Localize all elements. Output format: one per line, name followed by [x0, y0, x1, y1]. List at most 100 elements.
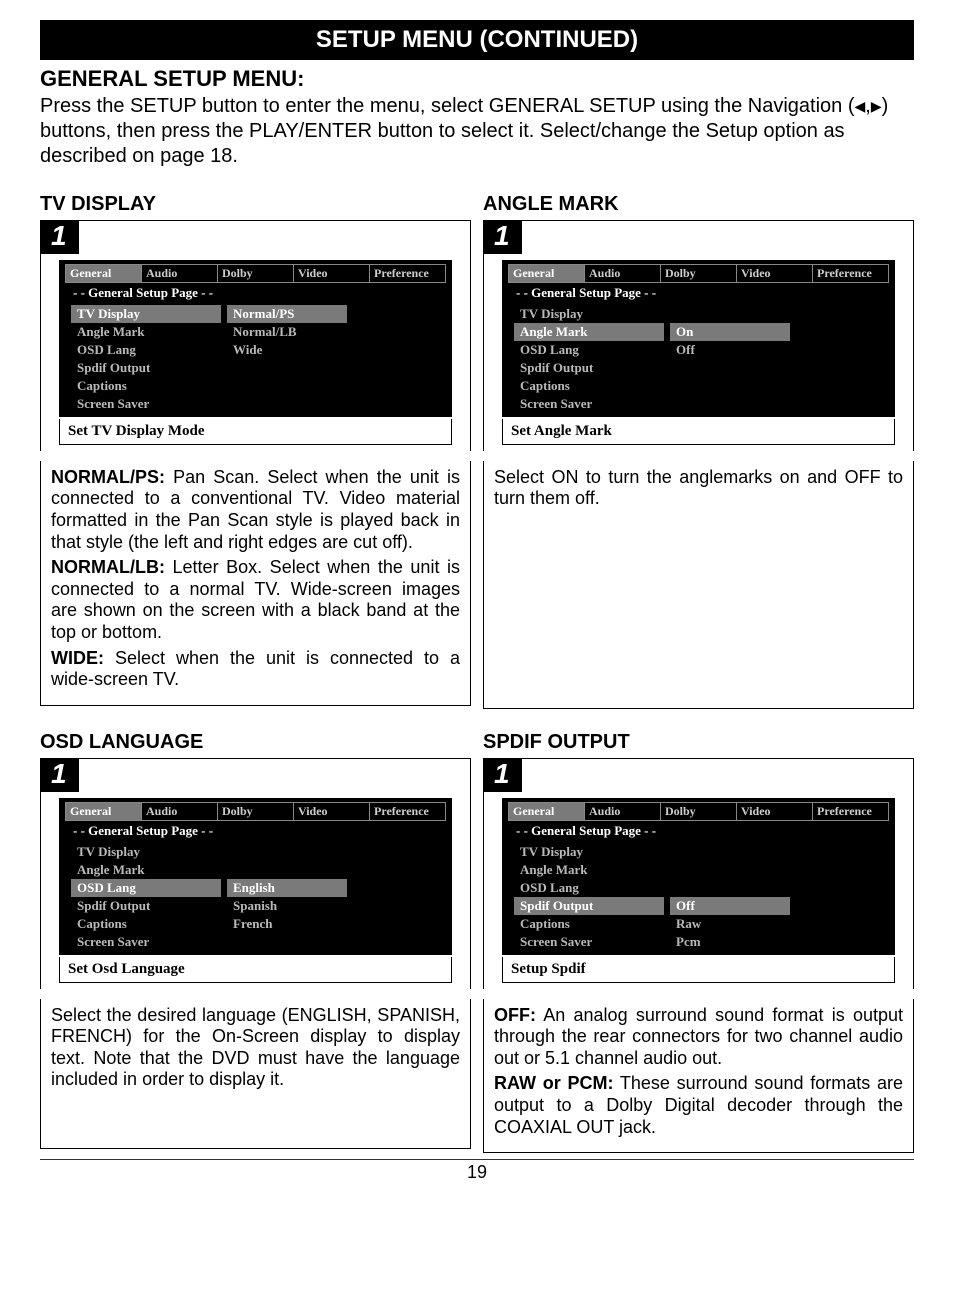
- osd-opt-english[interactable]: English: [227, 879, 347, 897]
- osd-opt-raw[interactable]: Raw: [670, 915, 790, 933]
- osd-opt-on[interactable]: On: [670, 323, 790, 341]
- osd-tab-audio[interactable]: Audio: [585, 803, 661, 820]
- osd-tabs: General Audio Dolby Video Preference: [65, 264, 446, 283]
- osd-tab-video[interactable]: Video: [294, 803, 370, 820]
- osd-hint: Set Osd Language: [59, 957, 452, 983]
- osd-opt-wide[interactable]: Wide: [227, 341, 347, 359]
- osd-item-captions[interactable]: Captions: [514, 377, 664, 395]
- intro-a: Press the SETUP button to enter the menu…: [40, 95, 854, 117]
- step-badge: 1: [41, 221, 79, 254]
- osd-subtitle: - - General Setup Page - -: [508, 821, 889, 843]
- osd-opt-french[interactable]: French: [227, 915, 347, 933]
- desc-lead: NORMAL/PS:: [51, 467, 165, 487]
- osd-tab-audio[interactable]: Audio: [142, 265, 218, 282]
- desc-lead: NORMAL/LB:: [51, 557, 165, 577]
- osd-opt-off[interactable]: Off: [670, 341, 790, 359]
- spdif-panel: 1 General Audio Dolby Video Preference -…: [483, 758, 914, 989]
- osd-item-osd-lang[interactable]: OSD Lang: [514, 879, 664, 897]
- osd-tab-preference[interactable]: Preference: [813, 265, 888, 282]
- osd-opt-normal-ps[interactable]: Normal/PS: [227, 305, 347, 323]
- osd-tab-video[interactable]: Video: [294, 265, 370, 282]
- step-badge: 1: [484, 759, 522, 792]
- osd-tab-audio[interactable]: Audio: [142, 803, 218, 820]
- desc-lead: OFF:: [494, 1005, 536, 1025]
- nav-left-icon: ◀: [854, 98, 865, 114]
- desc-lead: WIDE:: [51, 648, 104, 668]
- osd-item-spdif[interactable]: Spdif Output: [514, 897, 664, 915]
- osd-item-angle-mark[interactable]: Angle Mark: [71, 861, 221, 879]
- osd-item-spdif[interactable]: Spdif Output: [71, 897, 221, 915]
- osd-tab-video[interactable]: Video: [737, 265, 813, 282]
- osd-tab-preference[interactable]: Preference: [370, 803, 445, 820]
- osd-item-screensaver[interactable]: Screen Saver: [514, 395, 664, 413]
- osd-tab-dolby[interactable]: Dolby: [218, 803, 294, 820]
- osd-subtitle: - - General Setup Page - -: [65, 821, 446, 843]
- osd-item-screensaver[interactable]: Screen Saver: [71, 933, 221, 951]
- osd-screen: General Audio Dolby Video Preference - -…: [502, 798, 895, 955]
- osd-item-angle-mark[interactable]: Angle Mark: [514, 861, 664, 879]
- desc-text: An analog surround sound format is outpu…: [494, 1005, 903, 1068]
- desc-text: Select the desired language (ENGLISH, SP…: [51, 1005, 460, 1091]
- osd-tab-dolby[interactable]: Dolby: [661, 803, 737, 820]
- angle-mark-panel: 1 General Audio Dolby Video Preference -…: [483, 220, 914, 451]
- osd-lang-heading: OSD LANGUAGE: [40, 731, 471, 754]
- osd-item-tv-display[interactable]: TV Display: [514, 843, 664, 861]
- osd-tab-general[interactable]: General: [66, 265, 142, 282]
- osd-tab-general[interactable]: General: [66, 803, 142, 820]
- osd-subtitle: - - General Setup Page - -: [65, 283, 446, 305]
- osd-item-tv-display[interactable]: TV Display: [71, 305, 221, 323]
- osd-lang-panel: 1 General Audio Dolby Video Preference -…: [40, 758, 471, 989]
- desc-text: Select when the unit is connected to a w…: [51, 648, 460, 690]
- osd-item-captions[interactable]: Captions: [71, 377, 221, 395]
- angle-mark-desc: Select ON to turn the anglemarks on and …: [483, 461, 914, 709]
- step-badge: 1: [484, 221, 522, 254]
- nav-right-icon: ▶: [871, 98, 882, 114]
- desc-text: Select ON to turn the anglemarks on and …: [494, 467, 903, 510]
- osd-item-screensaver[interactable]: Screen Saver: [71, 395, 221, 413]
- osd-hint: Setup Spdif: [502, 957, 895, 983]
- intro-text: Press the SETUP button to enter the menu…: [40, 94, 914, 169]
- osd-tab-video[interactable]: Video: [737, 803, 813, 820]
- osd-tabs: General Audio Dolby Video Preference: [508, 802, 889, 821]
- spdif-heading: SPDIF OUTPUT: [483, 731, 914, 754]
- osd-item-osd-lang[interactable]: OSD Lang: [514, 341, 664, 359]
- osd-item-spdif[interactable]: Spdif Output: [71, 359, 221, 377]
- osd-tab-preference[interactable]: Preference: [370, 265, 445, 282]
- step-badge: 1: [41, 759, 79, 792]
- osd-item-tv-display[interactable]: TV Display: [514, 305, 664, 323]
- osd-item-spdif[interactable]: Spdif Output: [514, 359, 664, 377]
- osd-tabs: General Audio Dolby Video Preference: [65, 802, 446, 821]
- spdif-desc: OFF: An analog surround sound format is …: [483, 999, 914, 1154]
- osd-item-angle-mark[interactable]: Angle Mark: [71, 323, 221, 341]
- osd-screen: General Audio Dolby Video Preference - -…: [59, 260, 452, 417]
- osd-item-tv-display[interactable]: TV Display: [71, 843, 221, 861]
- osd-item-captions[interactable]: Captions: [71, 915, 221, 933]
- desc-lead: RAW or PCM:: [494, 1073, 613, 1093]
- osd-opt-off[interactable]: Off: [670, 897, 790, 915]
- osd-item-angle-mark[interactable]: Angle Mark: [514, 323, 664, 341]
- tv-display-panel: 1 General Audio Dolby Video Preference -…: [40, 220, 471, 451]
- osd-subtitle: - - General Setup Page - -: [508, 283, 889, 305]
- osd-opt-spanish[interactable]: Spanish: [227, 897, 347, 915]
- osd-hint: Set Angle Mark: [502, 419, 895, 445]
- osd-tab-preference[interactable]: Preference: [813, 803, 888, 820]
- tv-display-heading: TV DISPLAY: [40, 193, 471, 216]
- osd-tab-dolby[interactable]: Dolby: [218, 265, 294, 282]
- osd-tabs: General Audio Dolby Video Preference: [508, 264, 889, 283]
- page-number: 19: [40, 1159, 914, 1183]
- osd-opt-pcm[interactable]: Pcm: [670, 933, 790, 951]
- osd-item-screensaver[interactable]: Screen Saver: [514, 933, 664, 951]
- osd-item-captions[interactable]: Captions: [514, 915, 664, 933]
- osd-lang-desc: Select the desired language (ENGLISH, SP…: [40, 999, 471, 1149]
- osd-opt-normal-lb[interactable]: Normal/LB: [227, 323, 347, 341]
- osd-hint: Set TV Display Mode: [59, 419, 452, 445]
- osd-tab-general[interactable]: General: [509, 265, 585, 282]
- osd-tab-dolby[interactable]: Dolby: [661, 265, 737, 282]
- osd-screen: General Audio Dolby Video Preference - -…: [502, 260, 895, 417]
- osd-item-osd-lang[interactable]: OSD Lang: [71, 879, 221, 897]
- osd-tab-general[interactable]: General: [509, 803, 585, 820]
- osd-item-osd-lang[interactable]: OSD Lang: [71, 341, 221, 359]
- angle-mark-heading: ANGLE MARK: [483, 193, 914, 216]
- osd-tab-audio[interactable]: Audio: [585, 265, 661, 282]
- general-setup-heading: GENERAL SETUP MENU:: [40, 66, 914, 92]
